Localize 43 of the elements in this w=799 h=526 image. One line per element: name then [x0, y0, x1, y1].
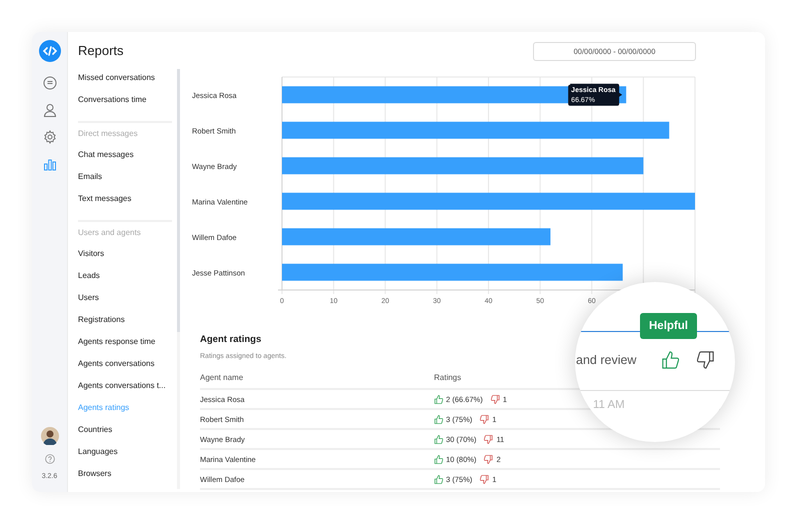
nav-item[interactable]: Conversations time [78, 95, 172, 117]
nav-item[interactable]: Leads [78, 271, 172, 293]
timestamp: 11 AM [593, 399, 625, 411]
thumbs-down-icon [484, 454, 494, 464]
bar-chart-icon[interactable] [42, 157, 56, 171]
thumbs-up-icon [434, 474, 443, 484]
section-title: Agent ratings [200, 334, 262, 345]
nav-item[interactable]: Emails [78, 172, 172, 194]
page-title: Reports [77, 42, 125, 60]
helpful-tooltip: Helpful [640, 313, 697, 339]
thumbs-down-icon [480, 414, 490, 424]
nav-item[interactable]: Registrations [78, 315, 172, 337]
user-icon[interactable] [42, 103, 56, 117]
avatar[interactable] [40, 427, 58, 445]
thumbs-down-icon [484, 434, 494, 444]
thumbs-up-icon [434, 414, 443, 424]
thumbs-up-icon [434, 454, 443, 464]
chat-icon[interactable] [42, 76, 56, 90]
nav-item[interactable]: Agents conversations t... [78, 381, 172, 403]
nav-item[interactable]: Users [78, 293, 172, 315]
thumbs-up-icon[interactable] [661, 351, 679, 369]
logo-icon [38, 40, 60, 62]
thumbs-down-icon [490, 394, 500, 404]
thumbs-up-icon [434, 434, 443, 444]
thumbs-up-icon [434, 394, 443, 404]
nav-section-heading: Users and agents [78, 227, 142, 239]
settings-icon[interactable] [42, 130, 56, 144]
nav-item[interactable]: Text messages [78, 194, 172, 216]
lens-text: and review [576, 353, 636, 367]
nav-item[interactable]: Agents response time [78, 337, 172, 359]
nav-item[interactable]: Countries [78, 425, 172, 447]
thumbs-down-icon[interactable] [697, 351, 715, 369]
nav-item[interactable]: Visitors [78, 249, 172, 271]
thumbs-down-icon [480, 474, 490, 484]
column-header: Agent name [200, 373, 434, 389]
nav-item[interactable]: Agents conversations [78, 359, 172, 381]
scrollbar[interactable] [177, 69, 180, 489]
nav-section-heading: Direct messages [78, 128, 139, 140]
nav-item[interactable]: Languages [78, 447, 172, 469]
nav-item[interactable]: Chat messages [78, 150, 172, 172]
help-icon[interactable] [44, 454, 54, 464]
nav-item[interactable]: Missed conversations [78, 73, 172, 95]
nav-item[interactable]: Browsers [78, 469, 172, 491]
